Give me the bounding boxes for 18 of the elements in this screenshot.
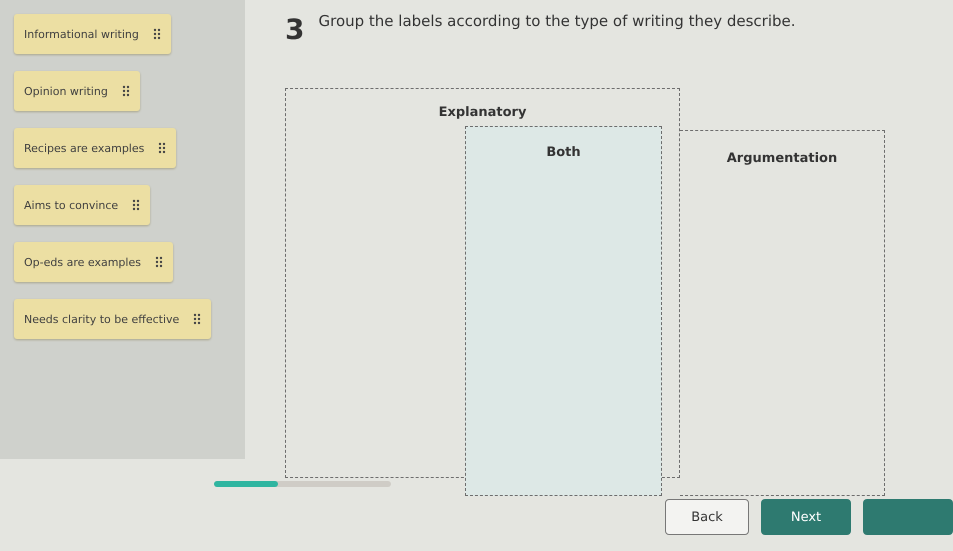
nav-button[interactable]: Next <box>761 499 851 535</box>
question-prompt: Group the labels according to the type of writing they describe. <box>318 12 796 30</box>
draggable-label[interactable]: Informational writing <box>14 14 171 54</box>
drag-handle-icon[interactable] <box>152 28 161 40</box>
drag-handle-icon[interactable] <box>132 199 140 211</box>
drag-handle-icon[interactable] <box>158 142 166 154</box>
drag-handle-icon[interactable] <box>193 313 202 325</box>
drag-handle-icon[interactable] <box>122 85 130 97</box>
draggable-label[interactable]: Recipes are examples <box>14 128 176 168</box>
drop-zone[interactable]: Both <box>465 126 662 496</box>
draggable-label[interactable]: Opinion writing <box>14 71 140 111</box>
drag-handle-icon[interactable] <box>154 256 163 268</box>
draggable-label[interactable]: Needs clarity to be effective <box>14 299 212 339</box>
draggable-label[interactable]: Op-eds are examples <box>14 242 173 282</box>
draggable-label[interactable]: Aims to convince <box>14 185 150 225</box>
question-number: 3 <box>285 16 304 44</box>
nav-button[interactable]: Back <box>665 499 749 535</box>
drop-zone[interactable]: Argumentation <box>680 130 885 496</box>
